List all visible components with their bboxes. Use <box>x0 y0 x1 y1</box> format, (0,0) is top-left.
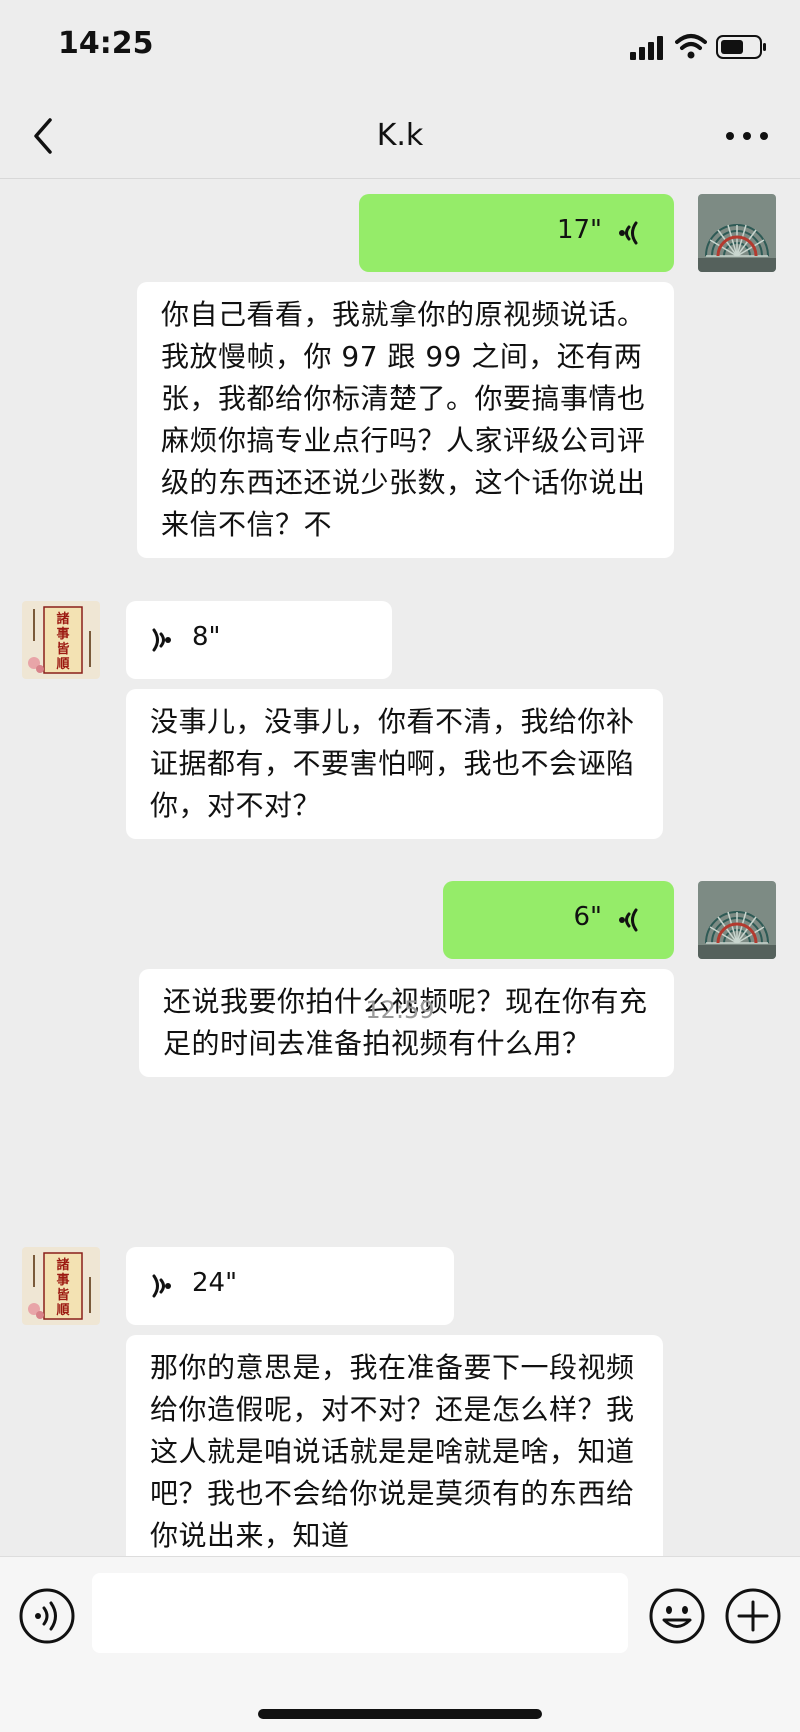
voice-transcript[interactable]: 你自己看看，我就拿你的原视频说话。我放慢帧，你 97 跟 99 之间，还有两张，… <box>137 282 674 558</box>
status-time: 14:25 <box>58 26 154 61</box>
svg-text:諸: 諸 <box>56 1257 69 1273</box>
chat-title: K.k <box>376 118 424 153</box>
voice-duration: 6" <box>573 902 602 932</box>
voice-wave-icon <box>619 221 638 245</box>
more-dots-icon[interactable] <box>724 124 770 148</box>
voice-duration: 17" <box>556 215 602 245</box>
voice-message-bubble[interactable]: 17" <box>359 194 674 272</box>
transcript-text: 你自己看看，我就拿你的原视频说话。我放慢帧，你 97 跟 99 之间，还有两张，… <box>161 298 646 541</box>
signal-icon <box>630 36 663 60</box>
home-indicator <box>258 1709 542 1719</box>
voice-wave-icon <box>152 1274 171 1298</box>
chat-header: K.k <box>0 100 800 179</box>
contact-avatar[interactable]: 諸 事 皆 順 <box>22 1247 100 1325</box>
plus-icon[interactable] <box>724 1587 782 1645</box>
svg-text:事: 事 <box>56 626 69 642</box>
svg-text:事: 事 <box>56 1272 69 1288</box>
transcript-text: 那你的意思是，我在准备要下一段视频给你造假呢，对不对？还是怎么样？我这人就是咱说… <box>150 1351 635 1552</box>
voice-message-bubble[interactable]: 24" <box>126 1247 454 1325</box>
voice-transcript[interactable]: 没事儿，没事儿，你看不清，我给你补证据都有，不要害怕啊，我也不会诬陷你，对不对？ <box>126 689 663 839</box>
battery-icon <box>716 35 766 59</box>
voice-toggle-icon[interactable] <box>18 1587 76 1645</box>
svg-text:皆: 皆 <box>56 641 69 657</box>
svg-text:皆: 皆 <box>56 1287 69 1303</box>
voice-duration: 8" <box>192 622 221 652</box>
message-list[interactable]: 17" 你自己看看，我就拿你的原视频说话。我放慢帧，你 97 跟 99 之间，还… <box>0 179 800 1556</box>
emoji-icon[interactable] <box>648 1587 706 1645</box>
svg-text:諸: 諸 <box>56 611 69 627</box>
message-input[interactable] <box>92 1573 628 1653</box>
transcript-text: 没事儿，没事儿，你看不清，我给你补证据都有，不要害怕啊，我也不会诬陷你，对不对？ <box>150 705 635 822</box>
input-bar <box>0 1556 800 1732</box>
voice-wave-icon <box>619 908 638 932</box>
voice-wave-icon <box>152 628 171 652</box>
voice-message-bubble[interactable]: 8" <box>126 601 392 679</box>
svg-text:順: 順 <box>56 1303 70 1318</box>
voice-transcript[interactable]: 那你的意思是，我在准备要下一段视频给你造假呢，对不对？还是怎么样？我这人就是咱说… <box>126 1335 663 1556</box>
voice-duration: 24" <box>192 1268 238 1298</box>
wifi-icon <box>675 34 707 59</box>
svg-text:順: 順 <box>56 657 70 672</box>
my-avatar[interactable] <box>698 881 776 959</box>
message-timestamp: 12:59 <box>365 996 435 1024</box>
contact-avatar[interactable]: 諸 事 皆 順 <box>22 601 100 679</box>
voice-message-bubble[interactable]: 6" <box>443 881 674 959</box>
status-bar: 14:25 <box>0 0 800 100</box>
my-avatar[interactable] <box>698 194 776 272</box>
